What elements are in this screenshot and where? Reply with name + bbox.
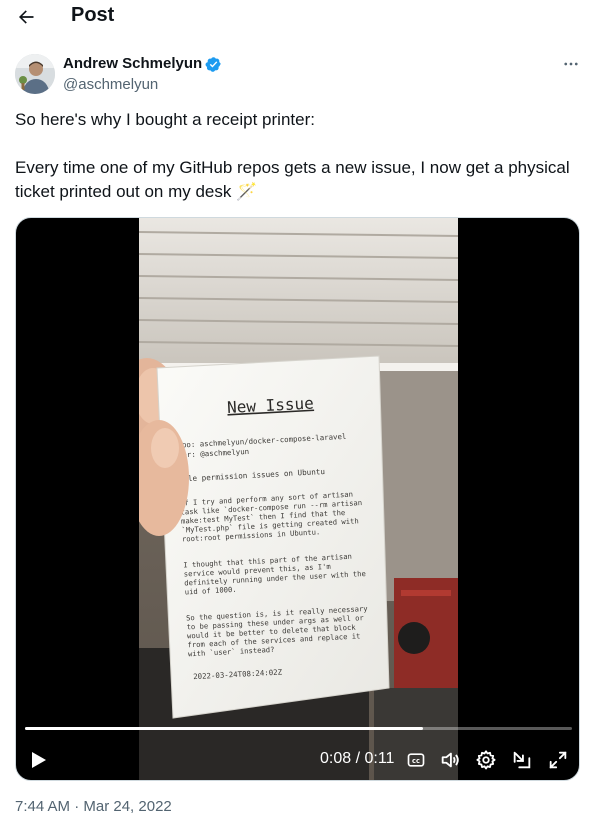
video-frame: New Issue Repo: aschmelyun/docker-compos…	[139, 218, 458, 780]
captions-button[interactable]: cc	[404, 748, 428, 772]
verified-badge-icon	[205, 57, 221, 72]
author-handle[interactable]: @aschmelyun	[63, 76, 158, 93]
picture-in-picture-icon	[513, 751, 531, 769]
fullscreen-button[interactable]	[546, 748, 570, 772]
video-time: 0:08 / 0:11	[320, 750, 395, 767]
post-timestamp[interactable]: 7:44 AM · Mar 24, 2022	[15, 798, 172, 815]
fullscreen-icon	[549, 751, 567, 769]
post-header: Andrew Schmelyun @aschmelyun	[15, 52, 585, 96]
captions-icon: cc	[407, 753, 425, 767]
video-player[interactable]: New Issue Repo: aschmelyun/docker-compos…	[15, 217, 580, 781]
tweet-text: So here's why I bought a receipt printer…	[15, 108, 580, 204]
settings-button[interactable]	[474, 748, 498, 772]
more-button[interactable]	[557, 52, 585, 76]
play-icon	[32, 752, 46, 768]
back-button[interactable]	[10, 2, 42, 32]
play-button[interactable]	[26, 748, 50, 772]
arrow-left-icon	[19, 10, 34, 24]
video-progress-bar[interactable]	[25, 727, 572, 730]
tweet-line: Every time one of my GitHub repos gets a…	[15, 158, 570, 177]
author-name[interactable]: Andrew Schmelyun	[63, 55, 202, 72]
volume-icon	[441, 752, 459, 768]
picture-in-picture-button[interactable]	[510, 748, 534, 772]
tweet-line: ticket printed out on my desk 🪄	[15, 182, 258, 201]
volume-button[interactable]	[438, 748, 462, 772]
video-controls: 0:08 / 0:11 cc	[16, 738, 579, 780]
video-progress-fill	[25, 727, 423, 730]
page-title: Post	[71, 4, 115, 26]
more-horizontal-icon	[564, 62, 578, 66]
svg-text:cc: cc	[412, 757, 420, 765]
top-bar: Post	[0, 0, 593, 34]
gear-icon	[476, 750, 496, 770]
avatar[interactable]	[15, 54, 55, 94]
tweet-line: So here's why I bought a receipt printer…	[15, 110, 315, 129]
